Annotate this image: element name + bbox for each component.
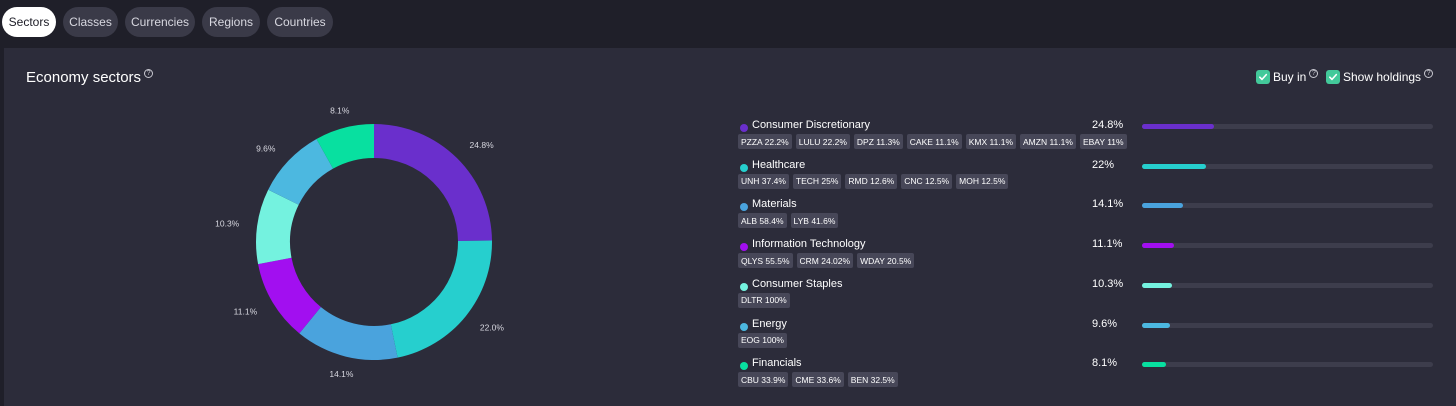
holdings-list: UNH 37.4% TECH 25% RMD 12.6% CNC 12.5% MOH 1… [738,173,1012,189]
show-holdings-toggle[interactable]: Show holdings ? [1326,68,1434,85]
donut-slice[interactable] [390,240,493,358]
holdings-list: PZZA 22.2% LULU 22.2% DPZ 11.3% CAKE 11.1% K… [738,134,1131,149]
holdings-list: QLYS 55.5% CRM 24.02% WDAY 20.5% [738,253,918,269]
help-icon[interactable]: ? [1424,68,1434,78]
show-holdings-label: Show holdings [1343,70,1422,84]
economy-sectors-panel: Economy sectors ? Buy in ? Show holdings… [4,48,1456,406]
holding-chip[interactable]: DLTR 100% [738,292,790,308]
holding-chip[interactable]: BEN 32.5% [847,372,898,388]
checkbox-checked-icon[interactable] [1326,70,1340,84]
checkbox-checked-icon[interactable] [1256,70,1270,84]
tab-currencies[interactable]: Currencies [125,7,195,37]
sector-row: Financials 8.1% CBU 33.9% CME 33.6% BEN 32.5… [734,352,1444,390]
sector-row: Consumer Discretionary 24.8% PZZA 22.2% LUL… [734,114,1444,152]
holding-chip[interactable]: CME 33.6% [792,372,844,388]
sector-progress-bar [1142,203,1433,209]
donut-slice-label: 14.1% [329,369,354,379]
sector-progress-fill [1142,163,1207,169]
sector-progress-bar [1142,282,1433,288]
sector-progress-fill [1142,124,1215,129]
holding-chip[interactable]: LULU 22.2% [795,134,850,149]
sector-progress-bar [1142,163,1433,169]
sector-name: Financials [752,357,802,370]
sector-progress-bar [1142,322,1433,328]
holding-chip[interactable]: CAKE 11.1% [906,134,962,149]
tab-sectors[interactable]: Sectors [2,7,56,37]
holding-chip[interactable]: TECH 25% [792,173,842,189]
donut-slice-label: 11.1% [234,307,258,317]
holding-chip[interactable]: CNC 12.5% [901,173,953,189]
sector-name: Materials [752,198,797,211]
sector-percent: 8.1% [1092,357,1118,370]
sector-percent: 9.6% [1092,317,1118,330]
sector-name: Energy [752,317,787,330]
sector-percent: 10.3% [1092,277,1124,290]
tab-classes[interactable]: Classes [63,7,118,37]
holding-chip[interactable]: KMX 11.1% [965,134,1017,149]
sector-color-dot [740,282,748,291]
sector-progress-fill [1142,282,1172,288]
tab-countries[interactable]: Countries [267,7,333,37]
buy-in-toggle[interactable]: Buy in ? [1256,68,1319,85]
sector-row: Consumer Staples 10.3% DLTR 100% [734,273,1444,311]
holdings-list: DLTR 100% [738,292,794,308]
sector-percent: 11.1% [1092,238,1123,251]
sector-progress-fill [1142,362,1166,368]
sector-color-dot [740,243,748,252]
sector-row: Healthcare 22% UNH 37.4% TECH 25% RMD 12.6% C… [734,154,1444,192]
sector-color-dot [740,322,748,331]
holding-chip[interactable]: QLYS 55.5% [738,253,793,269]
sector-color-dot [740,124,748,132]
sector-progress-bar [1142,243,1433,249]
holding-chip[interactable]: PZZA 22.2% [738,134,792,149]
sector-row: Energy 9.6% EOG 100% [734,313,1444,351]
sector-row: Information Technology 11.1% QLYS 55.5% CRM… [734,233,1444,271]
buy-in-label: Buy in [1273,70,1307,84]
tab-regions[interactable]: Regions [202,7,260,37]
holding-chip[interactable]: UNH 37.4% [738,173,789,189]
sector-row: Materials 14.1% ALB 58.4% LYB 41.6% [734,193,1444,231]
holding-chip[interactable]: ALB 58.4% [738,213,787,229]
sector-progress-fill [1142,203,1184,209]
sector-percent: 22% [1092,158,1115,171]
sector-name: Consumer Staples [752,277,843,290]
holding-chip[interactable]: CBU 33.9% [738,372,789,388]
sector-percent: 14.1% [1092,198,1124,211]
help-icon[interactable]: ? [1309,68,1319,78]
donut-slice-label: 24.8% [470,140,495,150]
sector-color-dot [740,163,748,172]
holdings-list: EOG 100% [738,332,791,348]
holding-chip[interactable]: EOG 100% [738,332,787,348]
holding-chip[interactable]: CRM 24.02% [796,253,854,269]
sector-donut-chart: 24.8% 22.0% 14.1% 11.1% 10.3% 9.6% 8.1% [215,105,505,379]
holdings-list: CBU 33.9% CME 33.6% BEN 32.5% [738,372,902,388]
sector-progress-fill [1142,243,1175,249]
holding-chip[interactable]: MOH 12.5% [956,173,1009,189]
sector-name: Consumer Discretionary [752,119,870,131]
sector-name: Information Technology [752,238,866,251]
sector-progress-bar [1142,124,1433,129]
sector-color-dot [740,362,748,371]
donut-slice-label: 9.6% [256,143,276,153]
sector-color-dot [740,203,748,212]
donut-slice-label: 8.1% [330,105,350,115]
tab-bar: Sectors Classes Currencies Regions Count… [0,0,1456,46]
holding-chip[interactable]: WDAY 20.5% [857,253,915,269]
holding-chip[interactable]: DPZ 11.3% [853,134,903,149]
holding-chip[interactable]: RMD 12.6% [845,173,898,189]
sector-name: Healthcare [752,158,806,171]
donut-slice-label: 22.0% [480,322,505,332]
holdings-list: ALB 58.4% LYB 41.6% [738,213,842,229]
sector-progress-bar [1142,362,1433,368]
sector-progress-fill [1142,322,1170,328]
sector-percent: 24.8% [1092,119,1124,131]
holding-chip[interactable]: LYB 41.6% [790,213,839,229]
donut-slice-label: 10.3% [215,219,240,229]
holding-chip[interactable]: EBAY 11% [1079,134,1127,149]
holding-chip[interactable]: AMZN 11.1% [1020,134,1076,149]
